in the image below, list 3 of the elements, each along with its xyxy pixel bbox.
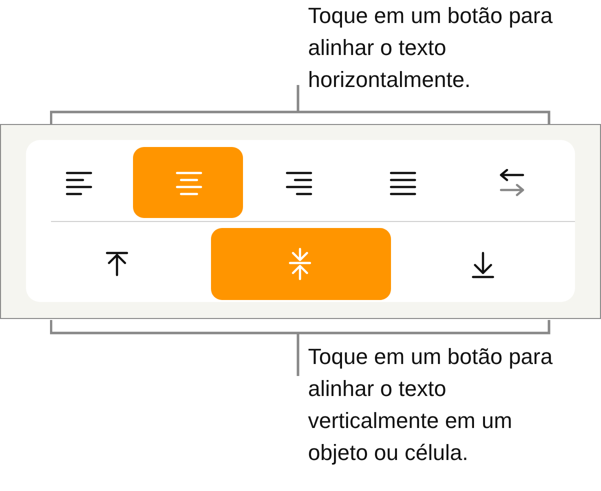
callout-text: Toque em um botão para alinhar o texto verticalmente em um objeto ou célula. <box>308 343 554 467</box>
callout-text: Toque em um botão para alinhar o texto horizontalmente. <box>308 2 554 94</box>
align-middle-button[interactable] <box>210 228 390 300</box>
